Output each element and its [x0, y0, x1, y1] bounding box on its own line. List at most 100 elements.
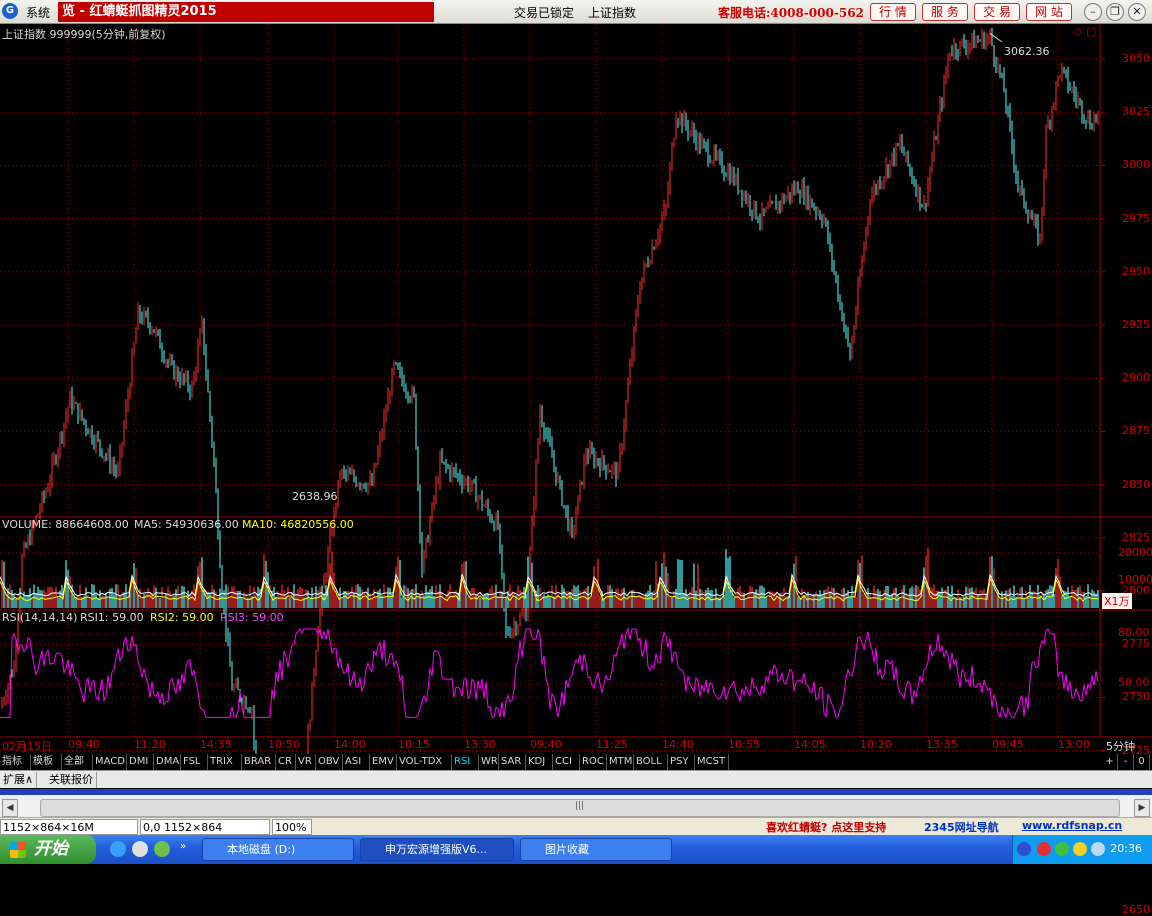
- indicator-tab-dma[interactable]: DMA: [154, 754, 181, 770]
- price-axis-label: 3000: [1122, 158, 1150, 172]
- time-axis-label: 10:15: [398, 738, 430, 751]
- scroll-highlight: [0, 789, 1152, 795]
- market-button[interactable]: 行 情: [870, 3, 916, 21]
- volume-axis-10000: 10000: [1118, 573, 1152, 586]
- tray-volume-icon[interactable]: [1091, 842, 1105, 856]
- service-button[interactable]: 服 务: [922, 3, 968, 21]
- scroll-left-icon[interactable]: ◀: [2, 799, 18, 817]
- website-button[interactable]: 网 站: [1026, 3, 1072, 21]
- rsi-axis-50: 50.00: [1118, 676, 1150, 689]
- low-price-label: 2638.96: [292, 490, 338, 503]
- quicklaunch-more-icon[interactable]: »: [180, 841, 186, 852]
- tray-flag-icon[interactable]: [1037, 842, 1051, 856]
- indicator-tab-kdj[interactable]: KDJ: [526, 754, 553, 770]
- chart-grid: [0, 24, 1152, 752]
- extend-toggle[interactable]: 扩展∧: [0, 772, 38, 788]
- tray-shield-icon[interactable]: [1073, 842, 1087, 856]
- time-axis-label: 14:05: [794, 738, 826, 751]
- rsi-label: RSI(14,14,14): [2, 611, 78, 624]
- restore-icon[interactable]: ❐: [1106, 3, 1124, 21]
- price-axis-label: 2650: [1122, 903, 1150, 916]
- price-axis-label: 2900: [1122, 371, 1150, 385]
- zoom-control-2[interactable]: 0: [1134, 754, 1150, 770]
- zoom-control-1[interactable]: -: [1118, 754, 1134, 770]
- trade-lock-status[interactable]: 交易已锁定: [514, 4, 574, 21]
- price-axis-label: 2775: [1122, 637, 1150, 651]
- tray-arrow-icon[interactable]: [1017, 842, 1031, 856]
- task-sw-client[interactable]: 申万宏源增强版V6...: [360, 838, 514, 861]
- support-link[interactable]: 喜欢红蜻蜓? 点这里支持: [766, 819, 886, 835]
- price-axis-label: 2975: [1122, 211, 1150, 225]
- indicator-tab-vol-tdx[interactable]: VOL-TDX: [397, 754, 452, 770]
- app-logo-icon[interactable]: G: [2, 3, 18, 19]
- indicator-tab-rsi[interactable]: RSI: [452, 754, 479, 770]
- price-axis-label: 2850: [1122, 477, 1150, 491]
- chart-options-icon[interactable]: ◇ ▢: [1074, 25, 1096, 38]
- rsi-line: [0, 627, 1099, 719]
- indicator-tab-brar[interactable]: BRAR: [242, 754, 276, 770]
- trade-button[interactable]: 交 易: [974, 3, 1020, 21]
- scroll-grip-icon: |||: [575, 801, 585, 811]
- start-button[interactable]: 开始: [0, 835, 96, 864]
- website-link[interactable]: www.rdfsnap.cn: [1022, 819, 1122, 832]
- indicator-tab-trix[interactable]: TRIX: [208, 754, 242, 770]
- indicator-tab-boll[interactable]: BOLL: [634, 754, 668, 770]
- service-hotline: 客服电话:4008-000-562: [718, 6, 864, 20]
- indicator-tab-mtm[interactable]: MTM: [607, 754, 634, 770]
- indicator-tab-roc[interactable]: ROC: [580, 754, 607, 770]
- minimize-icon[interactable]: –: [1084, 3, 1102, 21]
- volume-ma10: [0, 576, 1099, 602]
- start-label: 开始: [34, 839, 68, 859]
- system-menu[interactable]: 系统: [26, 4, 50, 21]
- rsi1-label: RSI1: 59.00: [80, 611, 144, 624]
- candlestick-series: [1, 27, 1099, 754]
- indicator-tab-obv[interactable]: OBV: [316, 754, 343, 770]
- time-axis-label: 10:20: [860, 738, 892, 751]
- volume-axis-20000: 20000: [1118, 546, 1152, 559]
- volume-ma5-label: MA5: 54930636.00: [134, 518, 239, 531]
- indicator-tab-cr[interactable]: CR: [276, 754, 296, 770]
- chart-area[interactable]: 上证指数 999999(5分钟,前复权) ◇ ▢ 3062.36 2638.96…: [0, 24, 1152, 916]
- volume-unit: X1万: [1102, 593, 1132, 609]
- extension-bar: 扩展∧ 关联报价: [0, 770, 1152, 788]
- time-axis-label: 13:30: [464, 738, 496, 751]
- zoom-control-0[interactable]: +: [1102, 754, 1118, 770]
- time-axis-label: 14:40: [662, 738, 694, 751]
- indicator-tab-全部[interactable]: 全部: [62, 754, 93, 770]
- indicator-tab-cci[interactable]: CCI: [553, 754, 580, 770]
- task-pictures[interactable]: 图片收藏: [520, 838, 672, 861]
- scroll-right-icon[interactable]: ▶: [1134, 799, 1150, 817]
- price-axis-label: 3050: [1122, 52, 1150, 65]
- indicator-tab-macd[interactable]: MACD: [93, 754, 127, 770]
- system-tray: 20:36: [1012, 835, 1152, 864]
- indicator-tab-psy[interactable]: PSY: [668, 754, 695, 770]
- related-quotes-tab[interactable]: 关联报价: [46, 772, 97, 788]
- indicator-tab-sar[interactable]: SAR: [499, 754, 526, 770]
- nav-link[interactable]: 2345网址导航: [924, 819, 999, 835]
- indicator-tab-wr[interactable]: WR: [479, 754, 499, 770]
- task-local-disk[interactable]: 本地磁盘 (D:): [202, 838, 354, 861]
- indicator-tab-vr[interactable]: VR: [296, 754, 316, 770]
- price-axis-label: 2950: [1122, 264, 1150, 278]
- time-axis-label: 11:20: [134, 738, 166, 751]
- indicator-tab-指标[interactable]: 指标: [0, 754, 31, 770]
- tray-play-icon[interactable]: [1055, 842, 1069, 856]
- indicator-tab-dmi[interactable]: DMI: [127, 754, 154, 770]
- indicator-tab-模板[interactable]: 模板: [31, 754, 62, 770]
- indicator-tab-emv[interactable]: EMV: [370, 754, 397, 770]
- title-bar: G 系统 览 - 红蜻蜓抓图精灵2015 交易已锁定 上证指数 客服电话:400…: [0, 0, 1152, 24]
- indicator-tab-mcst[interactable]: MCST: [695, 754, 729, 770]
- indicator-tab-asi[interactable]: ASI: [343, 754, 370, 770]
- time-axis-label: 10:50: [268, 738, 300, 751]
- desktop-icon[interactable]: [132, 841, 148, 857]
- close-icon[interactable]: ✕: [1128, 3, 1146, 21]
- time-axis-label: 14:00: [334, 738, 366, 751]
- horizontal-scrollbar[interactable]: ◀ ||| ▶: [0, 789, 1152, 819]
- index-name: 上证指数: [588, 6, 637, 20]
- period-label[interactable]: 5分钟: [1106, 738, 1135, 754]
- browser-icon[interactable]: [154, 841, 170, 857]
- ie-icon[interactable]: [110, 841, 126, 857]
- indicator-tab-fsl[interactable]: FSL: [181, 754, 208, 770]
- stock-chart[interactable]: [0, 24, 1152, 754]
- status-size: 1152×864×16M: [0, 819, 138, 835]
